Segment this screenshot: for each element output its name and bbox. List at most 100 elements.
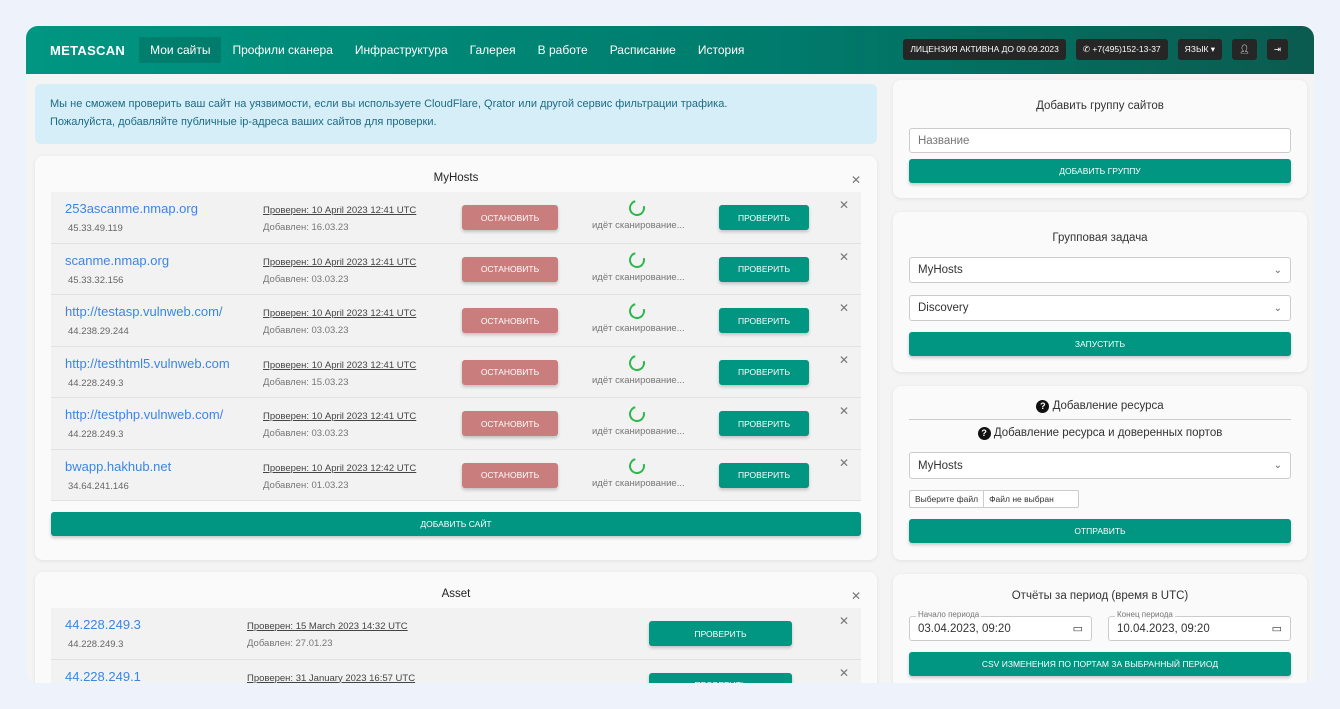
loading-spinner-icon [626, 300, 648, 322]
check-button[interactable]: ПРОВЕРИТЬ [719, 462, 809, 488]
add-resource-subtitle: Добавление ресурса и доверенных портов [993, 427, 1223, 439]
start-date-value: 03.04.2023, 09:20 [918, 622, 1011, 635]
stop-button[interactable]: ОСТАНОВИТЬ [462, 256, 558, 282]
resource-group-select[interactable]: MyHosts ⌄ [909, 452, 1291, 479]
scan-status: идёт сканирование... [592, 220, 685, 231]
calendar-icon[interactable]: ▭ [1073, 622, 1083, 635]
checked-date-link[interactable]: Проверен: 10 April 2023 12:41 UTC [263, 308, 416, 319]
table-row: http://testhtml5.vulnweb.com 44.228.249.3… [51, 346, 861, 398]
help-icon[interactable]: ? [1036, 400, 1050, 413]
brand-logo[interactable]: METASCAN [50, 43, 125, 58]
nav-gallery[interactable]: Галерея [459, 37, 527, 63]
loading-spinner-icon [626, 403, 648, 425]
reports-card: Отчёты за период (время в UTC) Начало пе… [893, 574, 1307, 683]
end-date-input[interactable]: Конец периода 10.04.2023, 09:20 ▭ [1108, 610, 1291, 641]
host-link[interactable]: http://testphp.vulnweb.com/ [65, 407, 223, 422]
remove-site-icon[interactable]: ✕ [839, 614, 849, 628]
scan-status: идёт сканирование... [592, 323, 685, 334]
start-date-label: Начало периода [916, 610, 982, 619]
checked-date-link[interactable]: Проверен: 10 April 2023 12:41 UTC [263, 411, 416, 422]
stop-button[interactable]: ОСТАНОВИТЬ [462, 308, 558, 333]
host-ip: 44.228.249.3 [68, 639, 124, 650]
remove-site-icon[interactable]: ✕ [839, 456, 849, 470]
close-group-icon[interactable]: ✕ [851, 589, 861, 603]
caret-down-icon: ▾ [1210, 44, 1216, 54]
logout-icon: ⇥ [1273, 44, 1281, 54]
nav-schedule[interactable]: Расписание [599, 37, 687, 63]
help-icon[interactable]: ? [977, 427, 991, 440]
run-button[interactable]: ЗАПУСТИТЬ [909, 332, 1291, 356]
check-button[interactable]: ПРОВЕРИТЬ [649, 672, 792, 683]
check-button[interactable]: ПРОВЕРИТЬ [719, 308, 809, 333]
host-link[interactable]: 253ascanme.nmap.org [65, 201, 198, 216]
host-link[interactable]: http://testhtml5.vulnweb.com [65, 356, 230, 371]
remove-site-icon[interactable]: ✕ [839, 250, 849, 264]
navbar: METASCAN Мои сайты Профили сканера Инфра… [26, 26, 1314, 74]
add-site-button[interactable]: ДОБАВИТЬ САЙТ [51, 512, 861, 536]
nav-scanner-profiles[interactable]: Профили сканера [221, 37, 343, 63]
chevron-down-icon: ⌄ [1273, 302, 1282, 314]
loading-spinner-icon [626, 351, 648, 374]
table-row: 44.228.249.3 44.228.249.3 Проверен: 15 Mar… [51, 608, 861, 660]
check-button[interactable]: ПРОВЕРИТЬ [719, 411, 809, 436]
chevron-down-icon: ⌄ [1273, 460, 1282, 471]
check-button[interactable]: ПРОВЕРИТЬ [719, 256, 809, 282]
stop-button[interactable]: ОСТАНОВИТЬ [462, 411, 558, 436]
scan-status: идёт сканирование... [592, 271, 685, 283]
csv-export-button[interactable]: CSV ИЗМЕНЕНИЯ ПО ПОРТАМ ЗА ВЫБРАННЫЙ ПЕР… [909, 652, 1291, 676]
add-group-button[interactable]: ДОБАВИТЬ ГРУППУ [909, 159, 1291, 183]
remove-site-icon[interactable]: ✕ [839, 353, 849, 367]
add-group-title: Добавить группу сайтов [1036, 100, 1164, 112]
group-select[interactable]: MyHosts ⌄ [909, 257, 1291, 283]
host-ip: 34.64.241.146 [68, 480, 129, 492]
host-link[interactable]: scanme.nmap.org [65, 253, 169, 268]
checked-date-link[interactable]: Проверен: 10 April 2023 12:41 UTC [263, 257, 416, 268]
added-date: Добавлен: 01.03.23 [263, 479, 349, 491]
checked-date-link[interactable]: Проверен: 10 April 2023 12:41 UTC [263, 205, 416, 216]
user-icon: 👤︎ [1239, 44, 1250, 54]
logout-button[interactable]: ⇥ [1266, 39, 1288, 60]
choose-file-button[interactable]: Выберите файл [910, 491, 985, 507]
nav-in-progress[interactable]: В работе [527, 37, 599, 63]
loading-spinner-icon [626, 197, 648, 219]
checked-date-link[interactable]: Проверен: 10 April 2023 12:41 UTC [263, 360, 416, 371]
stop-button[interactable]: ОСТАНОВИТЬ [462, 462, 558, 488]
host-link[interactable]: 44.228.249.3 [65, 617, 141, 632]
nav-infrastructure[interactable]: Инфраструктура [344, 37, 459, 63]
loading-spinner-icon [626, 248, 648, 271]
nav-my-sites[interactable]: Мои сайты [139, 37, 222, 63]
calendar-icon[interactable]: ▭ [1272, 622, 1282, 635]
host-link[interactable]: bwapp.hakhub.net [65, 459, 171, 474]
submit-button[interactable]: ОТПРАВИТЬ [909, 519, 1291, 543]
stop-button[interactable]: ОСТАНОВИТЬ [462, 359, 558, 385]
group-name-input[interactable] [909, 128, 1291, 153]
remove-site-icon[interactable]: ✕ [839, 404, 849, 418]
remove-site-icon[interactable]: ✕ [839, 301, 849, 315]
checked-date-link[interactable]: Проверен: 15 March 2023 14:32 UTC [247, 621, 408, 632]
added-date: Добавлен: 15.03.23 [263, 376, 349, 388]
add-resource-card: ? Добавление ресурса ? Добавление ресурс… [893, 386, 1307, 560]
nav-history[interactable]: История [687, 37, 756, 63]
remove-site-icon[interactable]: ✕ [839, 198, 849, 212]
task-select[interactable]: Discovery ⌄ [909, 295, 1291, 321]
loading-spinner-icon [626, 454, 648, 477]
start-date-input[interactable]: Начало периода 03.04.2023, 09:20 ▭ [909, 610, 1092, 641]
check-button[interactable]: ПРОВЕРИТЬ [719, 205, 809, 230]
host-ip: 45.33.49.119 [68, 223, 123, 234]
close-group-icon[interactable]: ✕ [851, 173, 861, 187]
language-dropdown[interactable]: ЯЗЫК ▾ [1177, 39, 1223, 60]
checked-date-link[interactable]: Проверен: 31 January 2023 16:57 UTC [247, 673, 415, 684]
host-link[interactable]: http://testasp.vulnweb.com/ [65, 304, 223, 319]
checked-date-link[interactable]: Проверен: 10 April 2023 12:42 UTC [263, 463, 416, 474]
check-button[interactable]: ПРОВЕРИТЬ [649, 621, 792, 646]
stop-button[interactable]: ОСТАНОВИТЬ [462, 205, 558, 230]
host-link[interactable]: 44.228.249.1 [65, 669, 141, 684]
end-date-label: Конец периода [1115, 610, 1175, 619]
phone-button[interactable]: ✆ +7(495)152-13-37 [1075, 39, 1168, 60]
check-button[interactable]: ПРОВЕРИТЬ [719, 359, 809, 385]
remove-site-icon[interactable]: ✕ [839, 666, 849, 680]
file-input[interactable]: Выберите файл Файл не выбран [909, 490, 1079, 508]
user-button[interactable]: 👤︎ [1232, 39, 1257, 60]
reports-title: Отчёты за период (время в UTC) [1011, 590, 1189, 602]
added-date: Добавлен: 03.03.23 [263, 428, 349, 439]
